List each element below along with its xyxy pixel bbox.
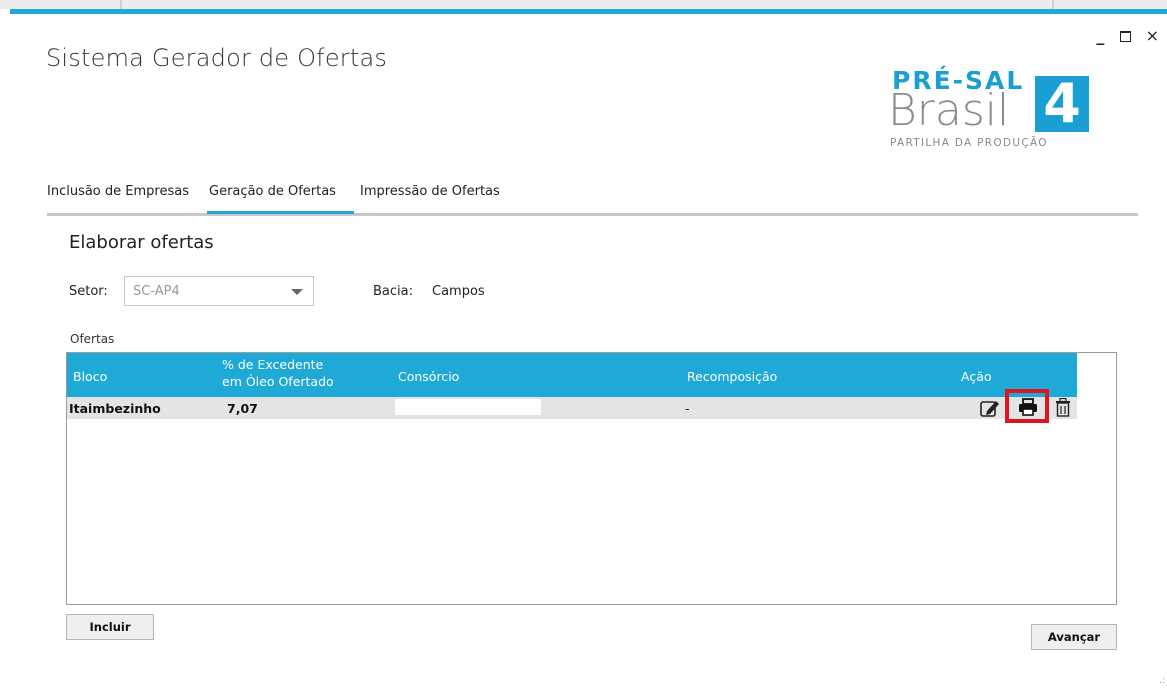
col-recomposicao[interactable]: Recomposição — [687, 369, 777, 384]
table-header: Bloco % de Excedente em Óleo Ofertado Co… — [67, 353, 1077, 397]
col-excedente-line1[interactable]: % de Excedente — [222, 357, 323, 372]
table-row[interactable]: Itaimbezinho 7,07 - — [67, 389, 1077, 423]
bacia-value: Campos — [432, 284, 485, 299]
col-excedente-line2[interactable]: em Óleo Ofertado — [222, 374, 334, 389]
col-bloco[interactable]: Bloco — [73, 369, 107, 384]
maximize-button[interactable] — [1119, 31, 1131, 42]
tab-inclusao-empresas[interactable]: Inclusão de Empresas — [47, 184, 189, 199]
resize-grip-icon[interactable]: .: — [1159, 677, 1165, 686]
print-highlight-box — [1005, 389, 1049, 423]
setor-value: SC-AP4 — [133, 284, 180, 299]
active-tab-indicator — [207, 211, 354, 214]
trash-icon[interactable] — [1055, 398, 1071, 418]
edit-icon[interactable] — [979, 398, 1001, 418]
section-title: Elaborar ofertas — [69, 232, 214, 253]
pre-sal-logo: PRÉ-SAL Brasil 4 PARTILHA DA PRODUÇÃO — [888, 68, 1120, 156]
logo-line2: Brasil — [888, 85, 1010, 136]
avancar-button[interactable]: Avançar — [1031, 624, 1117, 650]
cell-bloco: Itaimbezinho — [69, 401, 161, 416]
incluir-button[interactable]: Incluir — [66, 614, 154, 640]
window-accent-bar — [10, 9, 1167, 14]
tab-geracao-ofertas[interactable]: Geração de Ofertas — [209, 184, 336, 199]
ofertas-label: Ofertas — [70, 332, 115, 346]
chevron-down-icon — [291, 289, 303, 295]
cell-recomposicao: - — [685, 401, 690, 416]
title-strip — [0, 0, 1167, 9]
close-button[interactable]: × — [1146, 28, 1159, 44]
setor-label: Setor: — [69, 284, 108, 299]
ofertas-table: Bloco % de Excedente em Óleo Ofertado Co… — [66, 352, 1117, 605]
col-acao: Ação — [961, 369, 992, 384]
minimize-button[interactable]: _ — [1096, 28, 1104, 44]
bacia-label: Bacia: — [373, 284, 413, 299]
logo-number: 4 — [1035, 76, 1089, 132]
setor-dropdown[interactable]: SC-AP4 — [124, 276, 314, 306]
cell-consorcio-redacted — [395, 399, 541, 415]
window-controls: _ × — [1086, 26, 1159, 45]
cell-excedente: 7,07 — [227, 401, 258, 416]
col-consorcio[interactable]: Consórcio — [398, 369, 459, 384]
app-title: Sistema Gerador de Ofertas — [46, 44, 388, 72]
logo-tagline: PARTILHA DA PRODUÇÃO — [890, 137, 1048, 149]
tab-impressao-ofertas[interactable]: Impressão de Ofertas — [360, 184, 500, 199]
